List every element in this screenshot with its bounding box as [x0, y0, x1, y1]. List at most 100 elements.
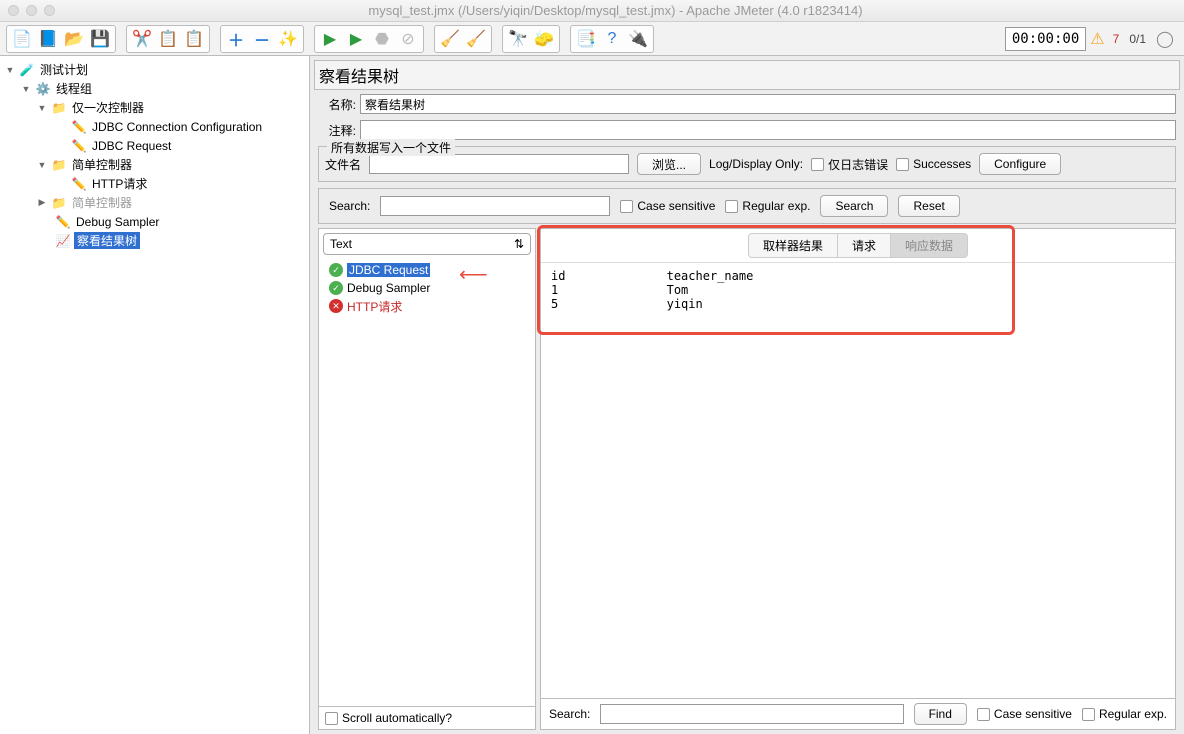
- controller-icon: 📁: [51, 157, 67, 173]
- comment-input[interactable]: [360, 120, 1176, 140]
- flask-icon: 🧪: [19, 62, 35, 78]
- tree-thread-group[interactable]: ▼ ⚙️ 线程组: [0, 79, 309, 98]
- templates-icon[interactable]: 📘: [35, 27, 61, 51]
- name-label: 名称:: [318, 96, 356, 113]
- sample-list[interactable]: ✓ JDBC Request ✓ Debug Sampler ✕ HTTP请求 …: [319, 259, 535, 706]
- successes-checkbox[interactable]: Successes: [896, 157, 971, 171]
- tab-sampler-result[interactable]: 取样器结果: [748, 233, 838, 258]
- window-controls: [8, 5, 55, 16]
- result-detail-pane: 取样器结果 请求 响应数据 id teacher_name 1 Tom 5 yi…: [540, 228, 1176, 730]
- warning-icon[interactable]: ⚠: [1090, 29, 1104, 49]
- clear-all-icon[interactable]: 🧹: [463, 27, 489, 51]
- search-input[interactable]: [380, 196, 610, 216]
- errors-only-checkbox[interactable]: 仅日志错误: [811, 156, 888, 173]
- search-label: Search:: [329, 199, 370, 213]
- fieldset-legend: 所有数据写入一个文件: [327, 139, 455, 156]
- remove-icon[interactable]: －: [249, 27, 275, 51]
- success-icon: ✓: [329, 263, 343, 277]
- clear-icon[interactable]: 🧹: [437, 27, 463, 51]
- close-window-icon[interactable]: [8, 5, 19, 16]
- sample-http-request[interactable]: ✕ HTTP请求: [319, 297, 535, 315]
- response-search-bar: Search: Find Case sensitive Regular exp.: [541, 698, 1175, 729]
- tree-http-request[interactable]: ✏️ HTTP请求: [0, 174, 309, 193]
- browse-button[interactable]: 浏览...: [637, 153, 701, 175]
- clear-search-icon[interactable]: 🧽: [531, 27, 557, 51]
- test-plan-tree[interactable]: ▼ 🧪 测试计划 ▼ ⚙️ 线程组 ▼ 📁 仅一次控制器 ✏️ JDBC Con…: [0, 56, 310, 734]
- comment-label: 注释:: [318, 122, 356, 139]
- configure-button[interactable]: Configure: [979, 153, 1061, 175]
- stop-icon[interactable]: ⬣: [369, 27, 395, 51]
- response-body[interactable]: id teacher_name 1 Tom 5 yiqin: [541, 263, 1175, 698]
- config-icon: ✏️: [71, 119, 87, 135]
- zoom-window-icon[interactable]: [44, 5, 55, 16]
- reset-button[interactable]: Reset: [898, 195, 959, 217]
- tree-root[interactable]: ▼ 🧪 测试计划: [0, 60, 309, 79]
- panel-title: 察看结果树: [314, 60, 1180, 90]
- twisty-icon[interactable]: ▼: [20, 84, 32, 94]
- results-search-bar: Search: Case sensitive Regular exp. Sear…: [318, 188, 1176, 224]
- name-input[interactable]: [360, 94, 1176, 114]
- result-tabs: 取样器结果 请求 响应数据: [541, 229, 1175, 263]
- tree-jdbc-config[interactable]: ✏️ JDBC Connection Configuration: [0, 117, 309, 136]
- save-icon[interactable]: 💾: [87, 27, 113, 51]
- file-output-fieldset: 所有数据写入一个文件 文件名 浏览... Log/Display Only: 仅…: [318, 146, 1176, 182]
- sample-jdbc-request[interactable]: ✓ JDBC Request: [319, 261, 535, 279]
- error-icon: ✕: [329, 299, 343, 313]
- detail-regex-checkbox[interactable]: Regular exp.: [1082, 707, 1167, 721]
- renderer-select[interactable]: Text ⇅: [323, 233, 531, 255]
- tree-once-controller[interactable]: ▼ 📁 仅一次控制器: [0, 98, 309, 117]
- results-panel: 察看结果树 名称: 注释: 所有数据写入一个文件 文件名 浏览... Log/D…: [310, 56, 1184, 734]
- tree-view-results[interactable]: 📈 察看结果树: [0, 231, 309, 250]
- window-title: mysql_test.jmx (/Users/yiqin/Desktop/mys…: [55, 3, 1176, 18]
- find-button[interactable]: Find: [914, 703, 967, 725]
- tab-response-data[interactable]: 响应数据: [890, 233, 968, 258]
- function-helper-icon[interactable]: 📑: [573, 27, 599, 51]
- sampler-icon: ✏️: [71, 138, 87, 154]
- controller-icon: 📁: [51, 100, 67, 116]
- add-icon[interactable]: ＋: [223, 27, 249, 51]
- tree-jdbc-request[interactable]: ✏️ JDBC Request: [0, 136, 309, 155]
- plugin-icon[interactable]: 🔌: [625, 27, 651, 51]
- warning-count: 7: [1113, 32, 1120, 46]
- copy-icon[interactable]: 📋: [155, 27, 181, 51]
- filename-input[interactable]: [369, 154, 629, 174]
- toolbar: 📄 📘 📂 💾 ✂️ 📋 📋 ＋ － ✨ ▶ ▶ ⬣ ⊘ 🧹 🧹 🔭 🧽 📑 ?…: [0, 22, 1184, 56]
- sample-debug-sampler[interactable]: ✓ Debug Sampler: [319, 279, 535, 297]
- tree-debug-sampler[interactable]: ✏️ Debug Sampler: [0, 212, 309, 231]
- sample-list-pane: Text ⇅ ✓ JDBC Request ✓ Debug Sampler ✕ …: [318, 228, 536, 730]
- regex-checkbox[interactable]: Regular exp.: [725, 199, 810, 213]
- paste-icon[interactable]: 📋: [181, 27, 207, 51]
- chevron-updown-icon: ⇅: [514, 237, 524, 251]
- scroll-auto-checkbox[interactable]: Scroll automatically?: [325, 711, 452, 725]
- success-icon: ✓: [329, 281, 343, 295]
- case-sensitive-checkbox[interactable]: Case sensitive: [620, 199, 715, 213]
- start-no-pause-icon[interactable]: ▶: [343, 27, 369, 51]
- twisty-icon[interactable]: ▼: [36, 103, 48, 113]
- filename-label: 文件名: [325, 156, 361, 173]
- titlebar: mysql_test.jmx (/Users/yiqin/Desktop/mys…: [0, 0, 1184, 22]
- tree-simple-controller-disabled[interactable]: ▶ 📁 简单控制器: [0, 193, 309, 212]
- twisty-icon[interactable]: ▼: [4, 65, 16, 75]
- detail-search-label: Search:: [549, 707, 590, 721]
- start-icon[interactable]: ▶: [317, 27, 343, 51]
- detail-case-sensitive-checkbox[interactable]: Case sensitive: [977, 707, 1072, 721]
- detail-search-input[interactable]: [600, 704, 903, 724]
- open-icon[interactable]: 📂: [61, 27, 87, 51]
- tab-request[interactable]: 请求: [837, 233, 891, 258]
- twisty-icon[interactable]: ▶: [36, 197, 48, 208]
- search-icon[interactable]: 🔭: [505, 27, 531, 51]
- thread-status: 0/1: [1129, 32, 1146, 46]
- log-display-label: Log/Display Only:: [709, 157, 803, 171]
- search-button[interactable]: Search: [820, 195, 888, 217]
- gear-icon: ⚙️: [35, 81, 51, 97]
- shutdown-icon[interactable]: ⊘: [395, 27, 421, 51]
- help-icon[interactable]: ?: [599, 27, 625, 51]
- minimize-window-icon[interactable]: [26, 5, 37, 16]
- new-icon[interactable]: 📄: [9, 27, 35, 51]
- collapse-icon[interactable]: ◯: [1152, 27, 1178, 51]
- sampler-icon: ✏️: [55, 214, 71, 230]
- tree-simple-controller[interactable]: ▼ 📁 简单控制器: [0, 155, 309, 174]
- wand-icon[interactable]: ✨: [275, 27, 301, 51]
- twisty-icon[interactable]: ▼: [36, 160, 48, 170]
- cut-icon[interactable]: ✂️: [129, 27, 155, 51]
